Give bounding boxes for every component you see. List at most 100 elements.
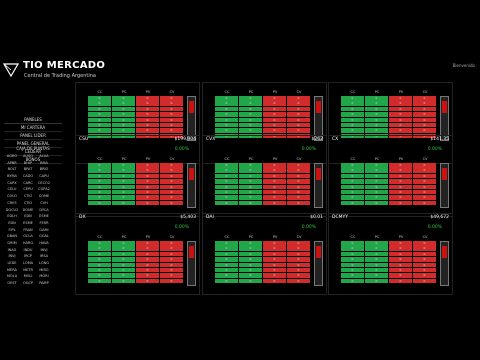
- order-book-row[interactable]: 0000: [341, 257, 437, 262]
- caja-symbol[interactable]: CELU: [4, 186, 20, 192]
- caja-symbol[interactable]: MERA: [4, 267, 20, 273]
- order-book-row[interactable]: 0000: [341, 96, 437, 101]
- caja-symbol[interactable]: OEST: [4, 280, 20, 286]
- caja-symbol[interactable]: ESME: [36, 213, 52, 219]
- order-book-row[interactable]: 0000: [341, 189, 437, 195]
- caja-symbol[interactable]: CAPX: [4, 180, 20, 186]
- order-book-row[interactable]: 0000: [341, 163, 437, 168]
- order-book-row[interactable]: 0000: [88, 251, 184, 257]
- order-book-row[interactable]: 0000: [88, 117, 184, 123]
- order-book-row[interactable]: 0000: [215, 117, 311, 123]
- caja-symbol[interactable]: GAMI: [36, 227, 52, 233]
- order-book-row[interactable]: 0000: [215, 112, 311, 117]
- caja-symbol[interactable]: CTIO: [20, 193, 36, 199]
- caja-symbol[interactable]: DOME: [20, 207, 36, 213]
- caja-symbol[interactable]: MORI: [36, 273, 52, 279]
- sidebar-item-mi-cartera[interactable]: MI CARTERA: [4, 124, 62, 132]
- scrollbar-thumb[interactable]: [189, 101, 194, 113]
- caja-symbol[interactable]: LONG: [36, 260, 52, 266]
- scrollbar-thumb[interactable]: [316, 101, 321, 113]
- caja-symbol[interactable]: AUSO: [20, 153, 36, 159]
- order-book-row[interactable]: 0000: [341, 195, 437, 200]
- scrollbar-thumb[interactable]: [316, 246, 321, 258]
- user-greeting[interactable]: Bienvenido: [453, 63, 475, 68]
- caja-symbol[interactable]: INVJ: [4, 253, 20, 259]
- order-book-row[interactable]: 0000: [341, 273, 437, 278]
- order-book-row[interactable]: 0000: [88, 96, 184, 101]
- panel-scrollbar[interactable]: [440, 163, 449, 209]
- panel-scrollbar[interactable]: [187, 163, 196, 209]
- caja-symbol[interactable]: BRIO: [36, 166, 52, 172]
- order-book-row[interactable]: 0000: [88, 273, 184, 278]
- order-book-row[interactable]: 0000: [341, 106, 437, 112]
- order-book-row[interactable]: 0000: [88, 246, 184, 251]
- order-book-row[interactable]: 0000: [88, 241, 184, 246]
- order-book-row[interactable]: 0000: [88, 189, 184, 195]
- caja-symbol[interactable]: ESME: [20, 220, 36, 226]
- caja-symbol[interactable]: IRCP: [20, 253, 36, 259]
- caja-symbol[interactable]: DYCA: [36, 207, 52, 213]
- caja-symbol[interactable]: BYMA: [4, 173, 20, 179]
- order-book-row[interactable]: 0000: [215, 278, 311, 284]
- order-book-row[interactable]: 0000: [88, 179, 184, 184]
- caja-symbol[interactable]: CVH: [36, 200, 52, 206]
- order-book-row[interactable]: 0000: [341, 122, 437, 128]
- order-book-row[interactable]: 0000: [215, 189, 311, 195]
- order-book-row[interactable]: 0000: [341, 251, 437, 257]
- caja-symbol[interactable]: LEDE: [4, 260, 20, 266]
- panel-symbol[interactable]: DCMYY: [332, 215, 348, 220]
- caja-symbol[interactable]: IRSA: [36, 253, 52, 259]
- caja-symbol[interactable]: COLO: [4, 193, 20, 199]
- caja-symbol[interactable]: EDN: [4, 220, 20, 226]
- order-book-row[interactable]: 0000: [88, 163, 184, 168]
- order-book-row[interactable]: 0000: [215, 179, 311, 184]
- order-book-row[interactable]: 0000: [215, 195, 311, 200]
- scrollbar-thumb[interactable]: [316, 168, 321, 180]
- caja-symbol[interactable]: HAVA: [36, 240, 52, 246]
- order-book-row[interactable]: 0000: [341, 267, 437, 273]
- order-book-row[interactable]: 0000: [215, 246, 311, 251]
- caja-symbol[interactable]: FRAN: [20, 227, 36, 233]
- order-book-row[interactable]: 0000: [341, 241, 437, 246]
- order-book-row[interactable]: 0000: [215, 184, 311, 190]
- caja-symbol[interactable]: EDN: [20, 213, 36, 219]
- panel-scrollbar[interactable]: [440, 241, 449, 287]
- caja-symbol[interactable]: BOLT: [4, 166, 20, 172]
- caja-symbol[interactable]: FERR: [36, 220, 52, 226]
- order-book-row[interactable]: 0000: [215, 200, 311, 206]
- order-book-row[interactable]: 0000: [215, 101, 311, 106]
- caja-symbol[interactable]: GCLA: [20, 233, 36, 239]
- order-book-row[interactable]: 0000: [88, 257, 184, 262]
- caja-symbol[interactable]: CAPU: [36, 173, 52, 179]
- order-book-row[interactable]: 0000: [88, 128, 184, 133]
- order-book-row[interactable]: 0000: [88, 195, 184, 200]
- order-book-row[interactable]: 0000: [88, 112, 184, 117]
- caja-symbol[interactable]: CEPU: [20, 186, 36, 192]
- order-book-row[interactable]: 0000: [215, 128, 311, 133]
- order-book-row[interactable]: 0000: [341, 179, 437, 184]
- caja-symbol[interactable]: BHIP: [20, 160, 36, 166]
- caja-symbol[interactable]: CADO: [20, 173, 36, 179]
- order-book-row[interactable]: 0000: [341, 278, 437, 284]
- order-book-row[interactable]: 0000: [88, 168, 184, 173]
- order-book-row[interactable]: 0000: [341, 101, 437, 106]
- caja-symbol[interactable]: BMA: [36, 160, 52, 166]
- caja-symbol[interactable]: ALUA: [36, 153, 52, 159]
- caja-symbol[interactable]: MIRG: [36, 267, 52, 273]
- order-book-row[interactable]: 0000: [88, 278, 184, 284]
- caja-symbol[interactable]: MOLA: [4, 273, 20, 279]
- caja-symbol[interactable]: CTIO: [20, 200, 36, 206]
- order-book-row[interactable]: 0000: [215, 262, 311, 268]
- order-book-row[interactable]: 0000: [341, 168, 437, 173]
- caja-symbol[interactable]: LOMA: [20, 260, 36, 266]
- order-book-row[interactable]: 0000: [341, 112, 437, 117]
- panel-symbol[interactable]: CSU: [79, 137, 88, 142]
- order-book-row[interactable]: 0000: [215, 122, 311, 128]
- caja-symbol[interactable]: AGRO: [4, 153, 20, 159]
- caja-symbol[interactable]: OGCP: [20, 280, 36, 286]
- scrollbar-thumb[interactable]: [442, 101, 447, 113]
- order-book-row[interactable]: 0000: [88, 173, 184, 179]
- caja-symbol[interactable]: GGAL: [36, 233, 52, 239]
- order-book-row[interactable]: 0000: [88, 122, 184, 128]
- order-book-row[interactable]: 0000: [88, 267, 184, 273]
